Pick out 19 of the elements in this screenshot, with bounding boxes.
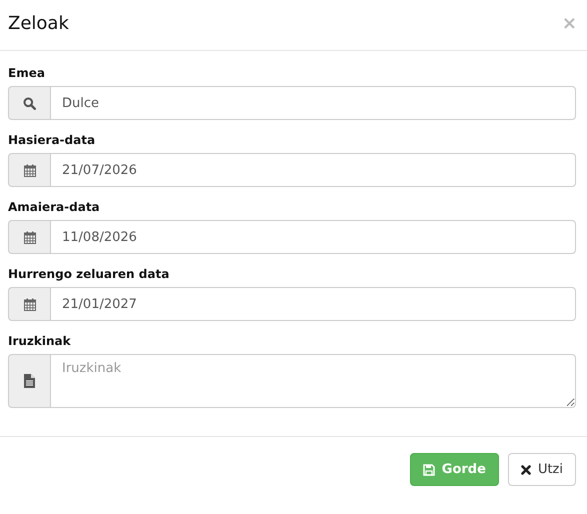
dialog-title: Zeloak	[8, 12, 69, 34]
date-field[interactable]: 21/07/2026	[50, 153, 576, 187]
field-label: Hurrengo zeluaren data	[8, 267, 170, 281]
field-label: Emea	[8, 66, 46, 80]
search-icon	[23, 96, 36, 110]
field-label: Iruzkinak	[8, 334, 72, 348]
calendar-icon	[24, 164, 36, 176]
cancel-button[interactable]: Utzi	[508, 453, 576, 486]
date-field[interactable]: 21/01/2027	[50, 287, 576, 321]
date-field[interactable]: 11/08/2026	[50, 220, 576, 254]
calendar-icon	[24, 298, 36, 310]
document-icon	[24, 374, 35, 388]
field-label: Hasiera-data	[8, 133, 96, 147]
search-field[interactable]: Dulce	[50, 86, 576, 120]
field-label: Amaiera-data	[8, 200, 101, 214]
calendar-icon	[24, 230, 36, 244]
comments-field[interactable]: Iruzkinak	[50, 354, 576, 408]
floppy-icon	[422, 464, 435, 476]
close-icon	[520, 464, 531, 474]
